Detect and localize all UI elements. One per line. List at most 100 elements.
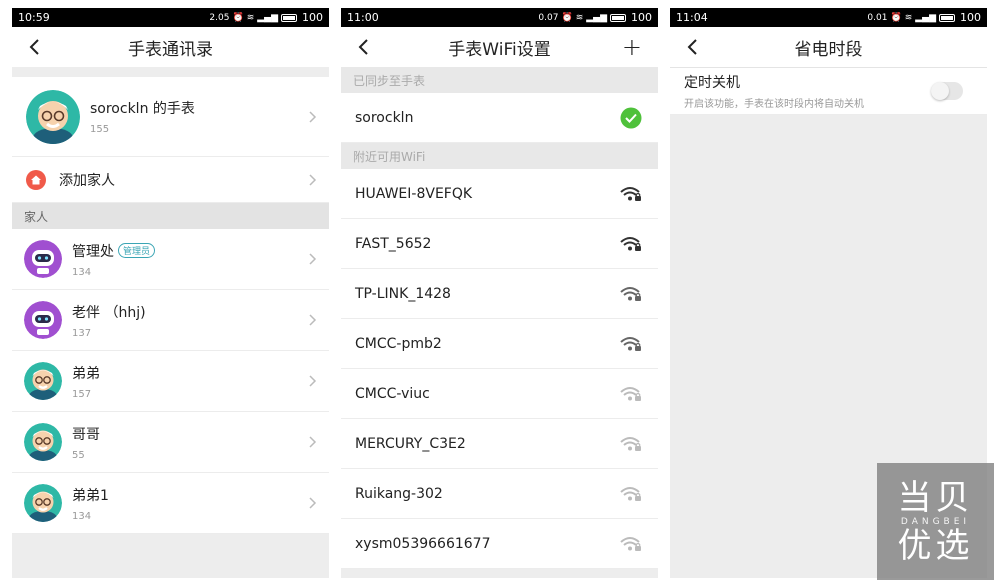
wifi-ssid: CMCC-pmb2	[355, 335, 442, 352]
chevron-right-icon	[309, 110, 317, 123]
contact-name: 弟弟1	[72, 487, 109, 504]
title-bar: 手表WiFi设置 +	[341, 27, 658, 67]
wifi-locked-icon	[620, 486, 641, 501]
grandpa-avatar	[24, 484, 62, 522]
battery-icon	[610, 13, 626, 22]
wifi-status-icon: ≋	[575, 12, 584, 23]
back-arrow-icon[interactable]	[26, 38, 44, 56]
setting-title: 定时关机	[684, 75, 740, 91]
chevron-right-icon	[309, 314, 317, 326]
shutdown-toggle[interactable]	[931, 82, 963, 100]
contact-row[interactable]: 管理处 管理员 134	[12, 229, 329, 290]
wifi-locked-icon	[620, 386, 641, 401]
wifi-ssid: Ruikang-302	[355, 485, 443, 502]
wifi-list: HUAWEI-8VEFQK FAST_5652 TP-LINK_1428 CMCC-p…	[341, 169, 658, 569]
battery-icon	[939, 13, 955, 22]
wifi-locked-icon	[620, 336, 641, 351]
nearby-section-header: 附近可用WiFi	[341, 143, 658, 169]
wifi-status-icon: ≋	[246, 12, 255, 23]
wifi-ssid: FAST_5652	[355, 235, 432, 252]
back-arrow-icon[interactable]	[684, 38, 702, 56]
net-speed: 0.07	[538, 12, 559, 23]
add-wifi-plus-icon[interactable]: +	[622, 35, 642, 59]
contact-row[interactable]: 老伴 （hhj) 137	[12, 290, 329, 351]
wifi-locked-icon	[620, 436, 641, 451]
status-bar: 11:00 0.07 ⏰ ≋ ▂▄▆ 100	[341, 8, 658, 27]
wifi-ssid: xysm05396661677	[355, 535, 491, 552]
wifi-locked-icon	[620, 236, 641, 251]
chevron-right-icon	[309, 436, 317, 448]
status-time: 10:59	[18, 11, 50, 24]
status-icons: 0.01 ⏰ ≋ ▂▄▆ 100	[867, 11, 981, 24]
add-family-row[interactable]: 添加家人	[12, 157, 329, 203]
contact-name: 弟弟	[72, 365, 100, 382]
battery-level: 100	[631, 11, 652, 24]
battery-level: 100	[302, 11, 323, 24]
status-time: 11:04	[676, 11, 708, 24]
wifi-network-row[interactable]: xysm05396661677	[341, 519, 658, 569]
status-icons: 0.07 ⏰ ≋ ▂▄▆ 100	[538, 11, 652, 24]
grandpa-avatar	[24, 423, 62, 461]
synced-network-row[interactable]: sorockln	[341, 93, 658, 143]
contact-name: 老伴 （hhj)	[72, 304, 146, 321]
wifi-network-row[interactable]: MERCURY_C3E2	[341, 419, 658, 469]
watermark-line1: 当贝	[897, 477, 974, 518]
watch-phone: 155	[90, 124, 110, 135]
check-circle-icon	[620, 107, 642, 128]
contact-name: 管理处	[72, 243, 114, 260]
watermark-line2: DANGBEI	[900, 516, 971, 527]
chevron-right-icon	[309, 375, 317, 387]
wifi-network-row[interactable]: FAST_5652	[341, 219, 658, 269]
contact-phone: 134	[72, 266, 92, 278]
home-icon	[26, 169, 46, 190]
watch-name: sorockln 的手表	[90, 101, 195, 117]
synced-section-header: 已同步至手表	[341, 67, 658, 93]
watermark-logo: 当贝 DANGBEI 优选	[877, 463, 994, 580]
net-speed: 0.01	[867, 12, 888, 23]
admin-badge: 管理员	[118, 242, 156, 258]
add-family-label: 添加家人	[59, 172, 115, 189]
wifi-network-row[interactable]: CMCC-pmb2	[341, 319, 658, 369]
title-bar: 省电时段	[670, 27, 987, 67]
signal-icon: ▂▄▆	[257, 12, 278, 23]
watch-profile-row[interactable]: sorockln 的手表 155	[12, 77, 329, 157]
contact-row[interactable]: 弟弟 157	[12, 351, 329, 412]
back-arrow-icon[interactable]	[355, 38, 373, 56]
net-speed: 2.05	[209, 12, 230, 23]
wifi-ssid: MERCURY_C3E2	[355, 435, 466, 452]
wifi-network-row[interactable]: HUAWEI-8VEFQK	[341, 169, 658, 219]
wifi-network-row[interactable]: TP-LINK_1428	[341, 269, 658, 319]
scheduled-shutdown-row: 定时关机 开启该功能，手表在该时段内将自动关机	[670, 67, 987, 115]
contact-list: 管理处 管理员 134 老伴 （hhj) 137 弟弟 157 哥哥 55 弟弟1 134	[12, 229, 329, 534]
page-title: 手表WiFi设置	[448, 39, 551, 60]
chevron-right-icon	[309, 253, 317, 265]
contact-row[interactable]: 哥哥 55	[12, 412, 329, 473]
wifi-locked-icon	[620, 286, 641, 301]
wifi-settings-screen: 11:00 0.07 ⏰ ≋ ▂▄▆ 100 手表WiFi设置 + 已同步至手表…	[341, 8, 658, 578]
wifi-network-row[interactable]: CMCC-viuc	[341, 369, 658, 419]
robot-avatar	[24, 240, 62, 278]
setting-description: 开启该功能，手表在该时段内将自动关机	[684, 99, 864, 110]
wifi-locked-icon	[620, 536, 641, 551]
wifi-ssid: HUAWEI-8VEFQK	[355, 185, 473, 202]
contact-name: 哥哥	[72, 426, 100, 443]
family-section-header: 家人	[12, 203, 329, 229]
contact-phone: 55	[72, 449, 85, 461]
wifi-status-icon: ≋	[904, 12, 913, 23]
contact-phone: 137	[72, 327, 92, 339]
chevron-right-icon	[309, 497, 317, 509]
grandpa-avatar	[24, 362, 62, 400]
wifi-locked-icon	[620, 186, 641, 201]
battery-icon	[281, 13, 297, 22]
contact-phone: 134	[72, 510, 92, 522]
alarm-icon: ⏰	[890, 12, 902, 23]
wifi-ssid: CMCC-viuc	[355, 385, 430, 402]
title-bar: 手表通讯录	[12, 27, 329, 67]
battery-level: 100	[960, 11, 981, 24]
contact-phone: 157	[72, 388, 92, 400]
contact-row[interactable]: 弟弟1 134	[12, 473, 329, 534]
alarm-icon: ⏰	[561, 12, 573, 23]
status-time: 11:00	[347, 11, 379, 24]
wifi-network-row[interactable]: Ruikang-302	[341, 469, 658, 519]
alarm-icon: ⏰	[232, 12, 244, 23]
